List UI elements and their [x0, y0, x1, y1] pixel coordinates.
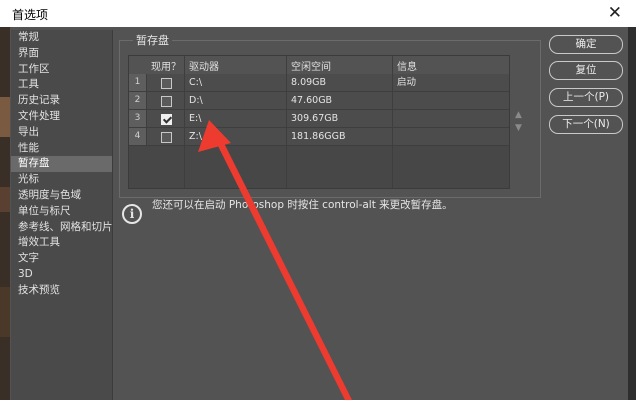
- arrow-shaft: [214, 135, 352, 400]
- annotation-arrow: [198, 120, 352, 400]
